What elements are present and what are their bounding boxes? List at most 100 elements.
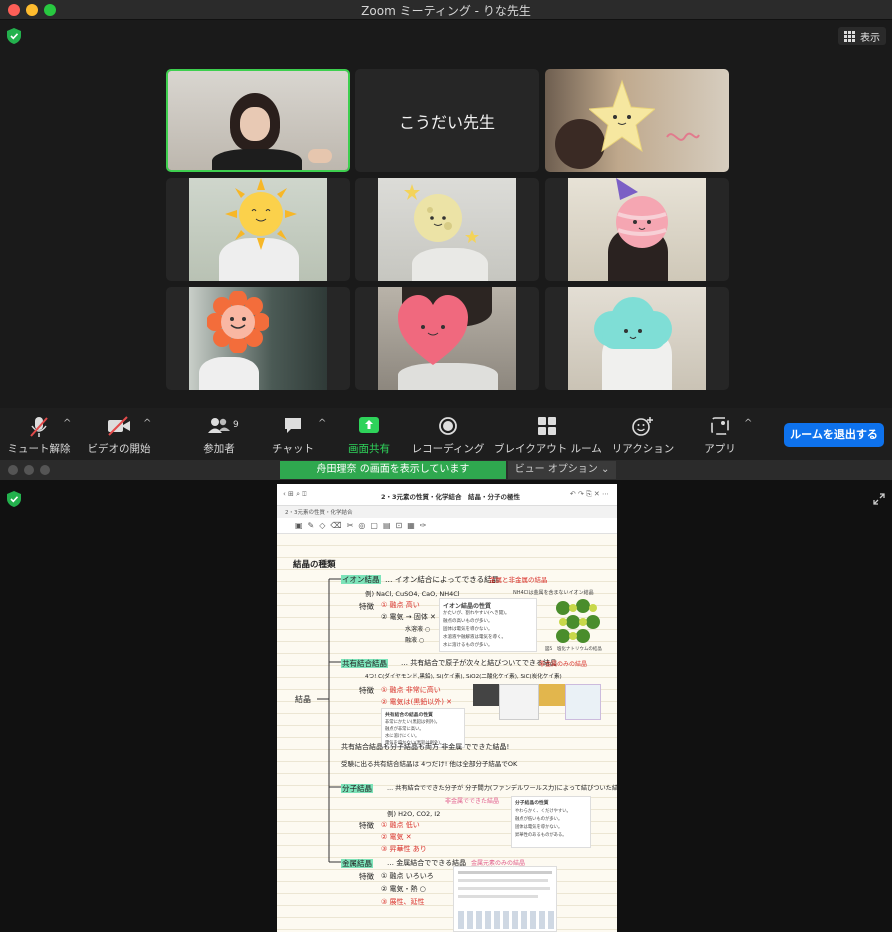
person-body — [212, 149, 302, 170]
covalent-feature-1: ① 融点 非常に高い — [381, 686, 441, 694]
video-camera-off-icon — [108, 416, 130, 436]
pen-tools-icon[interactable]: ▣✎◇⌫✂◎▢▤⊡▦✑ — [295, 521, 432, 530]
metal-properties-box — [453, 866, 557, 932]
ionic-feature-2: ② 電気 → 固体 ✕ — [381, 613, 436, 621]
share-maximize-button[interactable] — [40, 465, 50, 475]
share-banner: 舟田理奈 の画面を表示しています — [280, 461, 506, 479]
planet-sticker-icon — [616, 178, 668, 248]
chevron-down-icon: ⌄ — [600, 464, 610, 475]
share-close-button[interactable] — [8, 465, 18, 475]
participant-tile-8[interactable] — [355, 287, 539, 390]
molecular-properties-box: 分子結晶の性質 やわらかく、くだけやすい。 融点が低いものが多い。 固体は電気を… — [511, 796, 591, 848]
participant-tile-3[interactable] — [545, 69, 729, 172]
ionic-properties-box: イオン結晶の性質 かたいが、割れやすい(へき開)。 融点の高いものが多い。 固体… — [439, 598, 537, 652]
ionic-property-1: かたいが、割れやすい(へき開)。 — [443, 611, 510, 616]
molecular-definition: … 共有結合でできた分子が 分子間力(ファンデルワールス力)によって結びついた結… — [387, 785, 617, 792]
share-screen-icon — [359, 417, 379, 433]
security-shield-icon[interactable] — [7, 28, 21, 44]
molecular-property-4: 昇華性のあるものがある。 — [515, 833, 567, 838]
covalent-property-1: 非常にかたい(黒鉛は例外)。 — [385, 720, 440, 725]
start-video-label: ビデオの開始 — [87, 443, 151, 455]
chat-options-chevron-icon[interactable]: ^ — [318, 418, 326, 429]
molecular-crystal-title: 分子結晶 — [341, 784, 373, 793]
ionic-properties-title: イオン結晶の性質 — [443, 603, 492, 610]
molecular-feature-1: ① 融点 低い — [381, 821, 420, 829]
record-icon — [439, 417, 457, 435]
participants-icon — [208, 418, 230, 433]
cloud-sticker-icon — [594, 297, 672, 349]
covalent-property-2: 融点が非常に高い。 — [385, 727, 424, 732]
ribbon-doodle-icon — [666, 132, 700, 141]
notebook-title: 2・3元素の性質・化学結合 結晶・分子の極性 — [381, 493, 521, 501]
molecular-property-3: 固体は電気を導かない。 — [515, 825, 563, 830]
ionic-example-note: NH4Clは金属を含まないイオン結晶 — [513, 590, 594, 596]
zoom-window: Zoom ミーティング - りな先生 表示 こうだい先生 ミュート解除 ^ ビデ… — [0, 0, 892, 932]
participant-tile-6[interactable] — [545, 178, 729, 281]
participant-tile-1[interactable] — [166, 69, 350, 172]
text-line — [458, 879, 548, 882]
notebook-page: 結晶の種類 結晶 イオン結晶 … イオン結合によってできる結晶 金属と非金属の結… — [277, 534, 617, 932]
ionic-property-2: 融点の高いものが多い。 — [443, 619, 493, 624]
view-options-label: ビュー オプション — [514, 464, 598, 475]
fullscreen-expand-icon[interactable] — [873, 493, 885, 505]
ionic-feature-2c: 融液 ○ — [405, 637, 425, 644]
ionic-definition: … イオン結合によってできる結晶 — [385, 575, 500, 584]
moon-sticker-icon — [404, 184, 479, 243]
ionic-property-5: 水に溶けるものが多い。 — [443, 643, 493, 648]
breakout-rooms-button[interactable]: ブレイクアウト ルーム — [494, 408, 602, 460]
breakout-rooms-icon — [538, 417, 556, 435]
participant-name: こうだい先生 — [398, 113, 495, 132]
text-line — [458, 871, 552, 874]
ionic-crystal-title: イオン結晶 — [341, 575, 381, 584]
covalent-feature-2: ② 電気は(黒鉛以外) ✕ — [381, 698, 453, 706]
ionic-feature-label: 特徴 — [359, 602, 374, 611]
participant-tile-9[interactable] — [545, 287, 729, 390]
reactions-label: リアクション — [611, 443, 675, 455]
apps-button[interactable]: アプリ — [700, 408, 740, 460]
audio-options-chevron-icon[interactable]: ^ — [63, 418, 71, 429]
chat-button[interactable]: チャット — [270, 408, 316, 460]
reaction-smiley-icon — [632, 417, 653, 436]
share-screen-button[interactable]: 画面共有 — [344, 408, 394, 460]
view-options-dropdown[interactable]: ビュー オプション ⌄ — [508, 461, 616, 479]
back-icon[interactable]: ‹ ⊞ ⌕ ⍐ — [283, 490, 306, 499]
ionic-feature-1: ① 融点 高い — [381, 601, 420, 609]
leave-room-button[interactable]: ルームを退出する — [784, 423, 884, 447]
mute-button[interactable]: ミュート解除 — [6, 408, 72, 460]
person-hand — [308, 149, 332, 163]
share-minimize-button[interactable] — [24, 465, 34, 475]
participant-tile-5[interactable] — [355, 178, 539, 281]
participant-tile-4[interactable] — [166, 178, 350, 281]
ionic-feature-2b: 水溶液 ○ — [405, 626, 431, 633]
participant-tile-7[interactable] — [166, 287, 350, 390]
record-button[interactable]: レコーディング — [410, 408, 486, 460]
participant-video — [378, 178, 516, 281]
notebook-header: ‹ ⊞ ⌕ ⍐ 2・3元素の性質・化学結合 結晶・分子の極性 ↶ ↷ ⎘ ✕ ⋯ — [277, 484, 617, 506]
start-video-button[interactable]: ビデオの開始 — [86, 408, 152, 460]
covalent-crystal-title: 共有結合結晶 — [341, 659, 388, 668]
chat-label: チャット — [272, 443, 314, 455]
notebook-actions-icon[interactable]: ↶ ↷ ⎘ ✕ ⋯ — [570, 490, 609, 499]
view-button-label: 表示 — [860, 32, 880, 44]
participant-video — [189, 287, 327, 390]
metal-feature-2: ② 電気・熱 ○ — [381, 885, 426, 893]
participant-video — [568, 287, 706, 390]
participant-tile-2[interactable]: こうだい先生 — [355, 69, 539, 172]
video-options-chevron-icon[interactable]: ^ — [143, 418, 151, 429]
mute-button-label: ミュート解除 — [7, 443, 71, 455]
view-button[interactable]: 表示 — [838, 27, 886, 45]
share-security-shield-icon[interactable] — [7, 491, 21, 507]
molecular-feature-2: ② 電気 ✕ — [381, 833, 412, 841]
root-label: 結晶 — [295, 695, 311, 704]
participants-label: 参加者 — [203, 443, 235, 455]
nacl-crystal-image — [556, 599, 600, 643]
metal-feature-3: ③ 展性、延性 — [381, 898, 425, 906]
covalent-definition: … 共有結合で原子が次々と結びついてできる結晶 — [401, 659, 557, 667]
participants-button[interactable]: 9 参加者 — [196, 408, 242, 460]
apps-icon — [711, 417, 729, 435]
apps-options-chevron-icon[interactable]: ^ — [744, 418, 752, 429]
notebook-tab[interactable]: 2・3元素の性質・化学結合 — [285, 508, 353, 516]
reactions-button[interactable]: リアクション — [610, 408, 676, 460]
notebook-tab-bar: 2・3元素の性質・化学結合 — [277, 506, 617, 518]
molecular-properties-title: 分子結晶の性質 — [515, 801, 549, 806]
